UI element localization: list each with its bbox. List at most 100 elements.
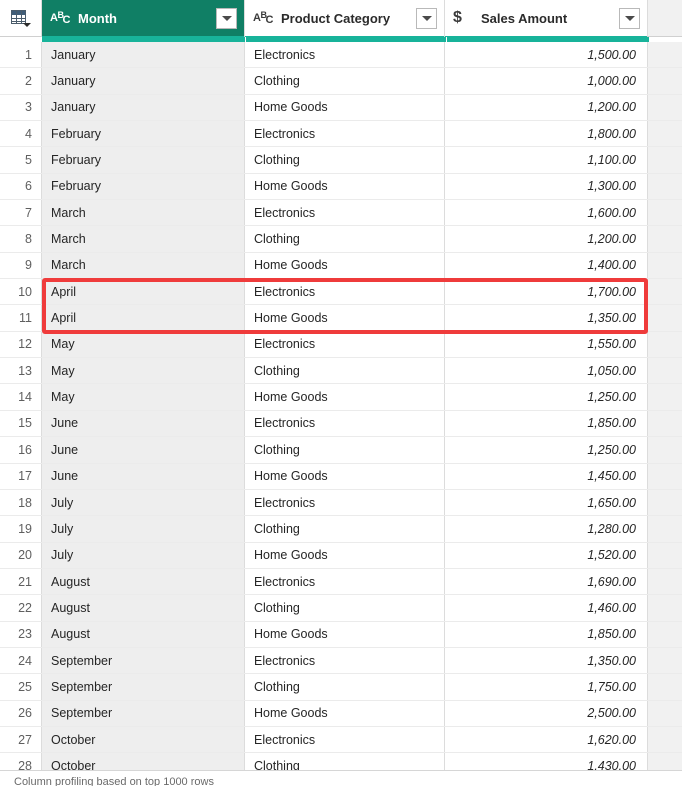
table-row[interactable]: 21 August Electronics 1,690.00: [0, 568, 682, 596]
table-row[interactable]: 4 February Electronics 1,800.00: [0, 121, 682, 148]
cell-sales-amount[interactable]: 1,250.00: [445, 437, 648, 463]
cell-month[interactable]: June: [42, 463, 245, 489]
table-row[interactable]: 12 May Electronics 1,550.00: [0, 331, 682, 359]
cell-sales-amount[interactable]: 1,450.00: [445, 463, 648, 489]
row-number-cell[interactable]: 22: [0, 595, 42, 621]
row-number-cell[interactable]: 23: [0, 621, 42, 647]
table-row[interactable]: 7 March Electronics 1,600.00: [0, 200, 682, 227]
row-number-cell[interactable]: 20: [0, 542, 42, 568]
cell-product-category[interactable]: Electronics: [245, 568, 445, 595]
column-filter-button-sales-amount[interactable]: [619, 7, 640, 29]
cell-sales-amount[interactable]: 1,200.00: [445, 226, 648, 252]
table-row[interactable]: 19 July Clothing 1,280.00: [0, 516, 682, 543]
cell-product-category[interactable]: Clothing: [245, 358, 445, 384]
cell-month[interactable]: June: [42, 437, 245, 463]
row-number-cell[interactable]: 1: [0, 42, 42, 68]
table-row[interactable]: 15 June Electronics 1,850.00: [0, 410, 682, 438]
cell-sales-amount[interactable]: 1,200.00: [445, 94, 648, 121]
cell-sales-amount[interactable]: 1,600.00: [445, 200, 648, 226]
cell-product-category[interactable]: Clothing: [245, 68, 445, 94]
table-row[interactable]: 23 August Home Goods 1,850.00: [0, 621, 682, 648]
cell-product-category[interactable]: Home Goods: [245, 305, 445, 331]
cell-sales-amount[interactable]: 1,850.00: [445, 621, 648, 647]
cell-month[interactable]: August: [42, 568, 245, 595]
cell-sales-amount[interactable]: 1,550.00: [445, 331, 648, 358]
cell-sales-amount[interactable]: 1,280.00: [445, 516, 648, 542]
column-header-product-category[interactable]: ABC Product Category: [245, 0, 445, 40]
cell-month[interactable]: February: [42, 173, 245, 200]
row-number-cell[interactable]: 13: [0, 358, 42, 384]
row-number-cell[interactable]: 12: [0, 331, 42, 358]
row-number-cell[interactable]: 17: [0, 463, 42, 489]
table-row[interactable]: 18 July Electronics 1,650.00: [0, 489, 682, 517]
cell-month[interactable]: April: [42, 279, 245, 305]
cell-product-category[interactable]: Home Goods: [245, 463, 445, 489]
table-row[interactable]: 26 September Home Goods 2,500.00: [0, 700, 682, 727]
row-number-cell[interactable]: 4: [0, 121, 42, 147]
cell-product-category[interactable]: Home Goods: [245, 542, 445, 568]
cell-sales-amount[interactable]: 1,350.00: [445, 647, 648, 674]
table-row[interactable]: 5 February Clothing 1,100.00: [0, 147, 682, 174]
table-row[interactable]: 28 October Clothing 1,430.00: [0, 753, 682, 770]
table-row[interactable]: 27 October Electronics 1,620.00: [0, 726, 682, 754]
row-number-cell[interactable]: 3: [0, 94, 42, 121]
cell-sales-amount[interactable]: 1,350.00: [445, 305, 648, 331]
cell-product-category[interactable]: Clothing: [245, 753, 445, 770]
cell-product-category[interactable]: Home Goods: [245, 384, 445, 410]
cell-product-category[interactable]: Home Goods: [245, 252, 445, 279]
cell-sales-amount[interactable]: 1,690.00: [445, 568, 648, 595]
table-row[interactable]: 8 March Clothing 1,200.00: [0, 226, 682, 253]
cell-month[interactable]: September: [42, 674, 245, 700]
row-number-cell[interactable]: 16: [0, 437, 42, 463]
cell-product-category[interactable]: Electronics: [245, 489, 445, 516]
row-number-cell[interactable]: 18: [0, 489, 42, 516]
row-number-cell[interactable]: 28: [0, 753, 42, 770]
column-header-month[interactable]: ABC Month: [42, 0, 245, 40]
row-number-cell[interactable]: 14: [0, 384, 42, 410]
cell-month[interactable]: April: [42, 305, 245, 331]
cell-month[interactable]: July: [42, 542, 245, 568]
cell-product-category[interactable]: Electronics: [245, 200, 445, 226]
cell-month[interactable]: January: [42, 94, 245, 121]
cell-month[interactable]: September: [42, 647, 245, 674]
cell-month[interactable]: July: [42, 516, 245, 542]
cell-sales-amount[interactable]: 1,520.00: [445, 542, 648, 568]
cell-sales-amount[interactable]: 1,300.00: [445, 173, 648, 200]
table-row[interactable]: 24 September Electronics 1,350.00: [0, 647, 682, 675]
table-row[interactable]: 20 July Home Goods 1,520.00: [0, 542, 682, 569]
cell-month[interactable]: February: [42, 121, 245, 147]
cell-sales-amount[interactable]: 1,500.00: [445, 42, 648, 68]
row-number-cell[interactable]: 7: [0, 200, 42, 226]
table-row[interactable]: 3 January Home Goods 1,200.00: [0, 94, 682, 122]
row-number-cell[interactable]: 9: [0, 252, 42, 279]
select-all-columns-button[interactable]: [0, 0, 42, 37]
row-number-cell[interactable]: 19: [0, 516, 42, 542]
cell-product-category[interactable]: Clothing: [245, 226, 445, 252]
cell-product-category[interactable]: Home Goods: [245, 621, 445, 647]
row-number-cell[interactable]: 26: [0, 700, 42, 726]
cell-sales-amount[interactable]: 1,700.00: [445, 279, 648, 305]
cell-month[interactable]: January: [42, 42, 245, 68]
row-number-cell[interactable]: 6: [0, 173, 42, 200]
column-filter-button-month[interactable]: [216, 7, 237, 29]
table-row[interactable]: 9 March Home Goods 1,400.00: [0, 252, 682, 280]
table-row[interactable]: 22 August Clothing 1,460.00: [0, 595, 682, 622]
table-row[interactable]: 25 September Clothing 1,750.00: [0, 674, 682, 701]
row-number-cell[interactable]: 27: [0, 726, 42, 753]
cell-sales-amount[interactable]: 1,430.00: [445, 753, 648, 770]
cell-month[interactable]: August: [42, 595, 245, 621]
cell-product-category[interactable]: Electronics: [245, 726, 445, 753]
column-filter-button-product-category[interactable]: [416, 7, 437, 29]
cell-sales-amount[interactable]: 2,500.00: [445, 700, 648, 726]
cell-month[interactable]: October: [42, 753, 245, 770]
cell-month[interactable]: June: [42, 410, 245, 437]
row-number-cell[interactable]: 5: [0, 147, 42, 173]
table-row[interactable]: 16 June Clothing 1,250.00: [0, 437, 682, 464]
cell-product-category[interactable]: Electronics: [245, 331, 445, 358]
row-number-cell[interactable]: 24: [0, 647, 42, 674]
row-number-cell[interactable]: 25: [0, 674, 42, 700]
table-row[interactable]: 2 January Clothing 1,000.00: [0, 68, 682, 95]
cell-product-category[interactable]: Home Goods: [245, 700, 445, 726]
cell-month[interactable]: March: [42, 226, 245, 252]
grid-body[interactable]: 1 January Electronics 1,500.00 2 January Cloth…: [0, 42, 682, 770]
